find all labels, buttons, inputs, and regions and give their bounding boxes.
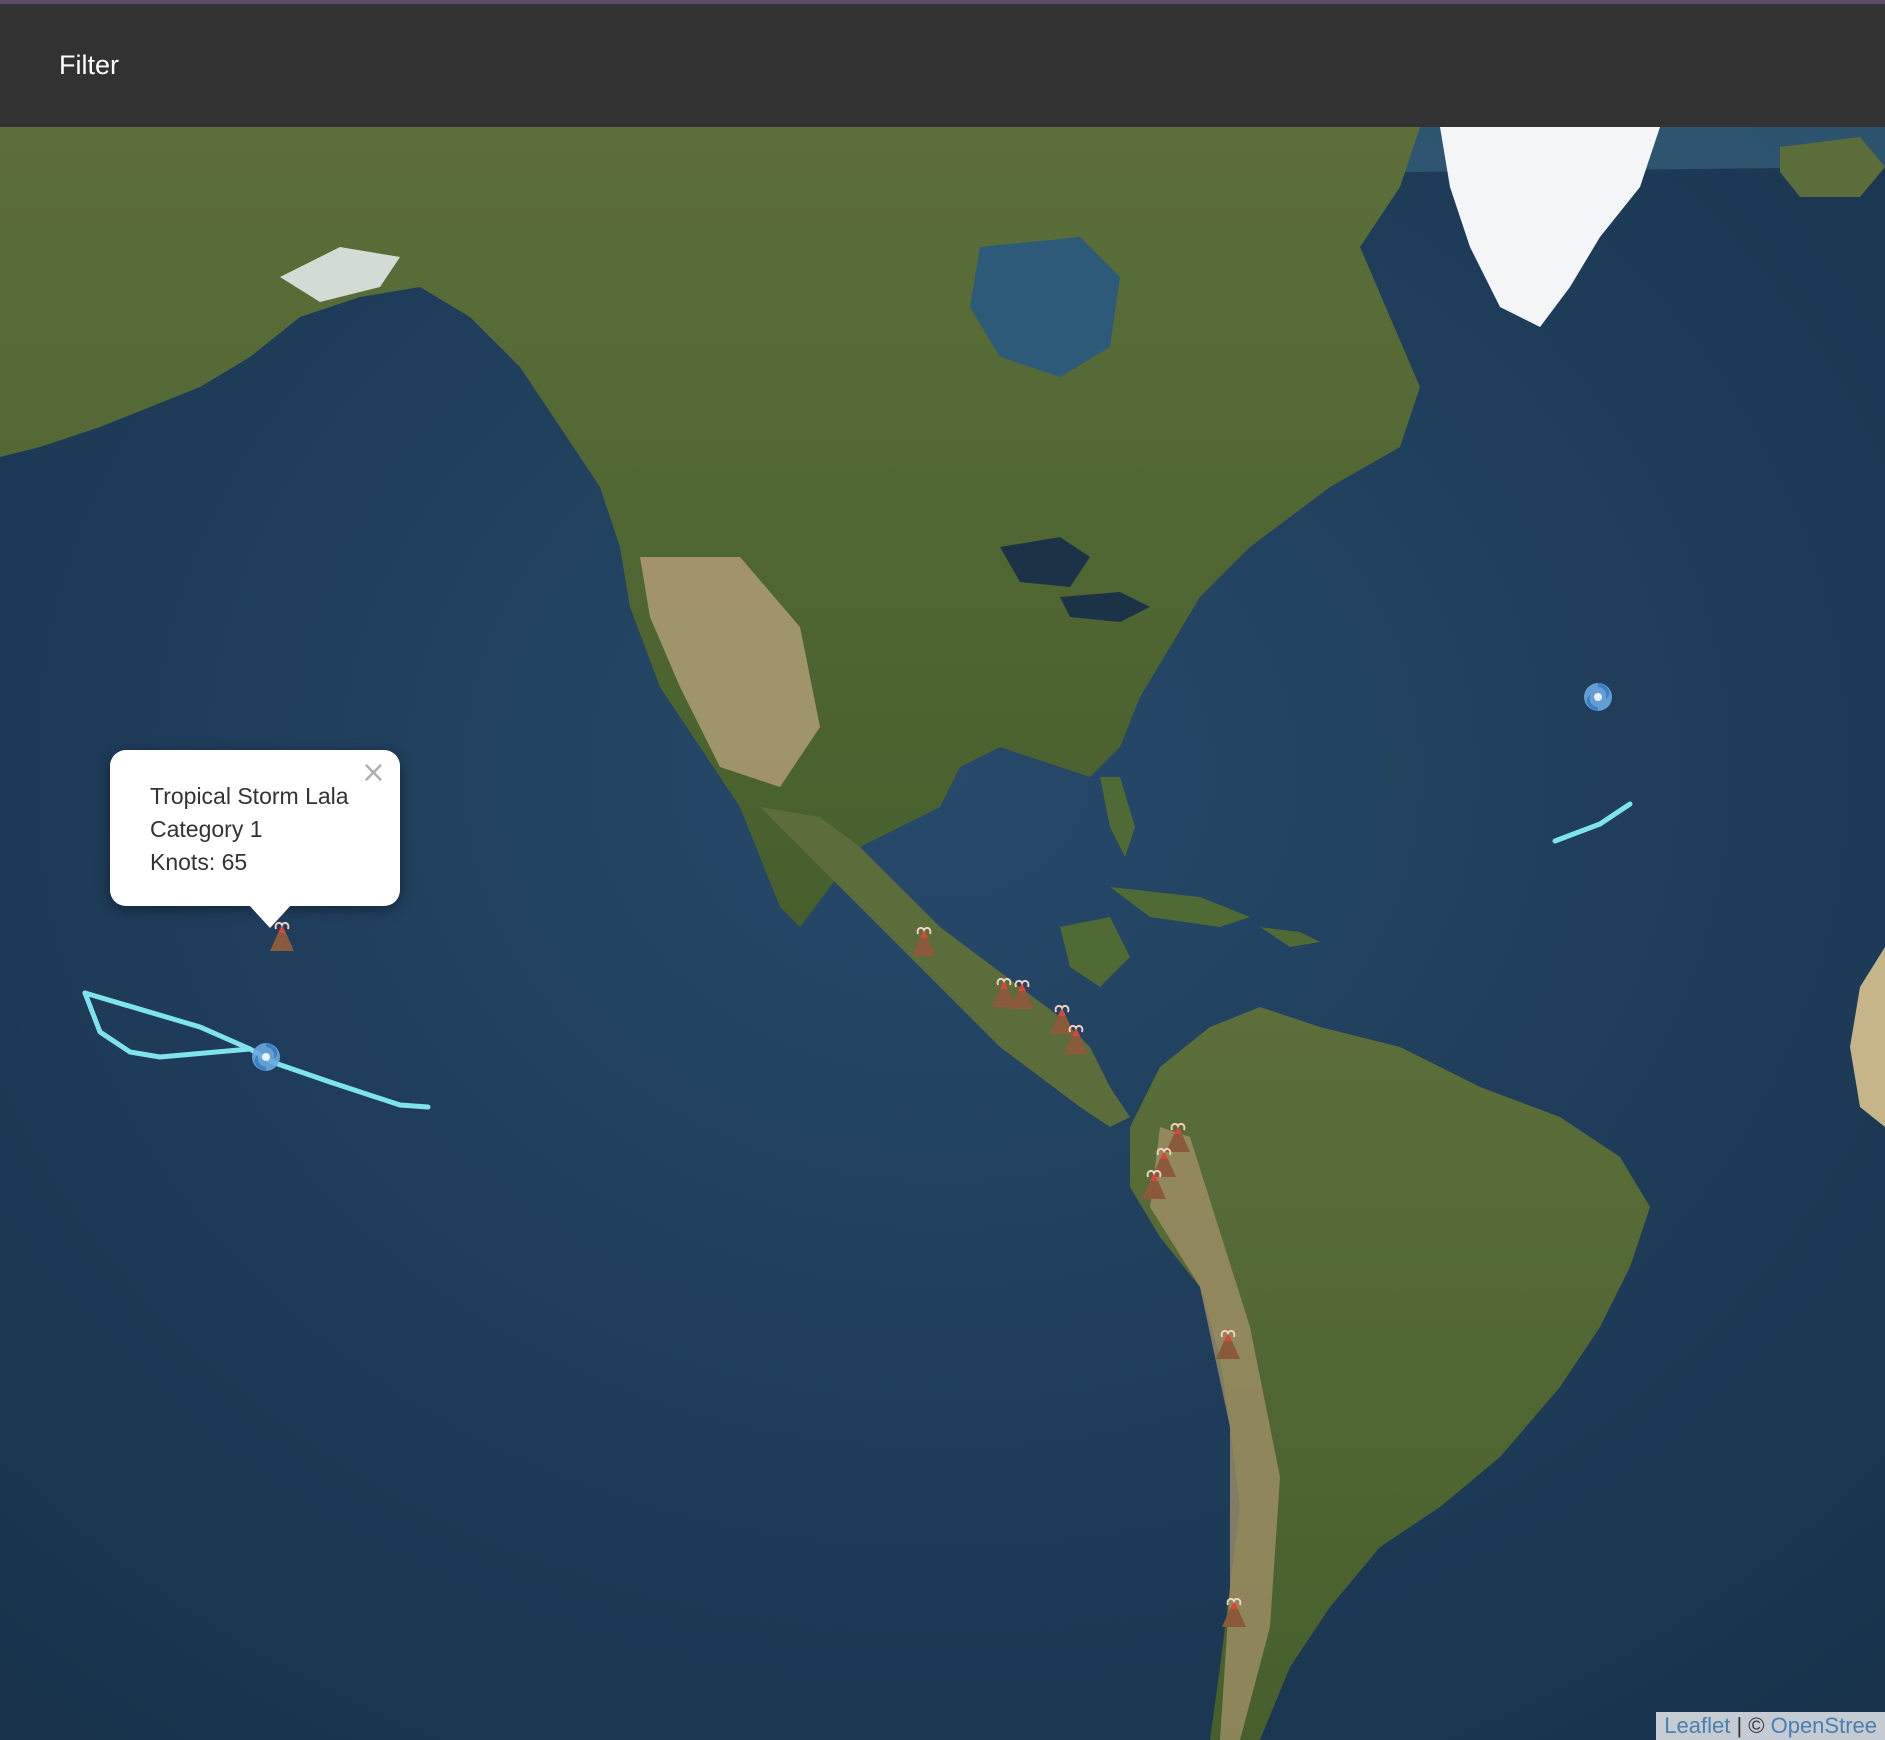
top-bar: Filter: [0, 0, 1885, 127]
volcano-icon[interactable]: [908, 924, 940, 958]
filter-button[interactable]: Filter: [59, 50, 119, 81]
volcano-icon[interactable]: [1060, 1022, 1092, 1056]
storm-popup: × Tropical Storm Lala Category 1 Knots: …: [110, 750, 400, 928]
map-attribution: Leaflet | © OpenStree: [1656, 1712, 1885, 1740]
attribution-separator: | ©: [1730, 1713, 1771, 1738]
map-view[interactable]: Leaflet | © OpenStree: [0, 127, 1885, 1740]
close-icon[interactable]: ×: [361, 758, 386, 788]
popup-knots: Knots: 65: [150, 849, 248, 875]
volcano-icon[interactable]: [1138, 1167, 1170, 1201]
volcano-icon[interactable]: [1218, 1595, 1250, 1629]
hurricane-icon[interactable]: [1580, 679, 1616, 715]
leaflet-link[interactable]: Leaflet: [1664, 1713, 1730, 1738]
volcano-icon[interactable]: [1212, 1327, 1244, 1361]
popup-category: Category 1: [150, 816, 263, 842]
popup-storm-name: Tropical Storm Lala: [150, 783, 349, 809]
volcano-icon[interactable]: [1006, 977, 1038, 1011]
popup-tip: [248, 904, 292, 928]
openstreetmap-link[interactable]: OpenStree: [1771, 1713, 1877, 1738]
hurricane-icon[interactable]: [248, 1039, 284, 1075]
